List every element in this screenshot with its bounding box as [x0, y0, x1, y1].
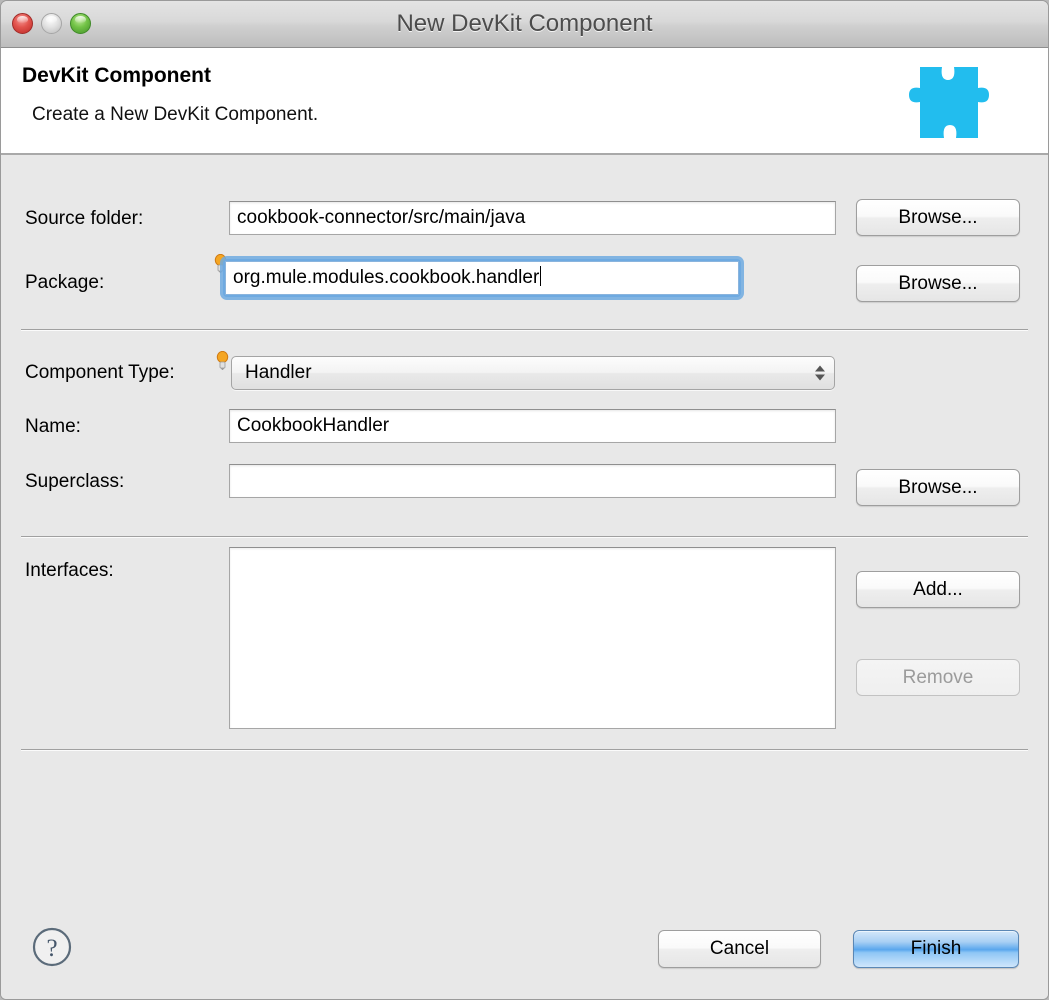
superclass-input[interactable]	[229, 464, 836, 498]
superclass-label: Superclass:	[25, 471, 125, 492]
cancel-button[interactable]: Cancel	[658, 930, 821, 968]
wizard-body: Source folder: cookbook-connector/src/ma…	[1, 155, 1048, 902]
superclass-browse-button[interactable]: Browse...	[856, 469, 1020, 506]
package-field-focus-ring: org.mule.modules.cookbook.handler	[223, 259, 741, 297]
puzzle-piece-icon	[890, 55, 1015, 155]
wizard-header: DevKit Component Create a New DevKit Com…	[1, 48, 1048, 155]
component-type-value: Handler	[245, 362, 312, 383]
section-separator-2	[21, 536, 1028, 538]
section-separator-3	[21, 749, 1028, 751]
section-separator-1	[21, 329, 1028, 331]
finish-button[interactable]: Finish	[853, 930, 1019, 968]
source-folder-input[interactable]: cookbook-connector/src/main/java	[229, 201, 836, 235]
chevron-updown-icon	[815, 365, 825, 381]
interfaces-label: Interfaces:	[25, 560, 114, 581]
component-type-select[interactable]: Handler	[231, 356, 835, 390]
page-subtitle: Create a New DevKit Component.	[32, 104, 319, 125]
source-folder-browse-button[interactable]: Browse...	[856, 199, 1020, 236]
package-browse-button[interactable]: Browse...	[856, 265, 1020, 302]
svg-text:?: ?	[46, 935, 57, 962]
dialog-footer: ? Cancel Finish	[1, 902, 1048, 999]
page-title: DevKit Component	[22, 64, 211, 87]
source-folder-label: Source folder:	[25, 208, 144, 229]
window-title: New DevKit Component	[396, 10, 653, 37]
interfaces-list[interactable]	[229, 547, 836, 729]
name-input[interactable]: CookbookHandler	[229, 409, 836, 443]
name-label: Name:	[25, 416, 81, 437]
package-input[interactable]: org.mule.modules.cookbook.handler	[225, 261, 739, 295]
component-type-lightbulb-icon	[216, 350, 229, 370]
interfaces-remove-button: Remove	[856, 659, 1020, 696]
window-titlebar: New DevKit Component	[1, 1, 1048, 48]
help-question-icon[interactable]: ?	[31, 926, 73, 973]
package-label: Package:	[25, 272, 105, 293]
new-devkit-component-dialog: New DevKit Component DevKit Component Cr…	[0, 0, 1049, 1000]
component-type-label: Component Type:	[25, 362, 175, 383]
interfaces-add-button[interactable]: Add...	[856, 571, 1020, 608]
text-caret	[540, 266, 542, 286]
